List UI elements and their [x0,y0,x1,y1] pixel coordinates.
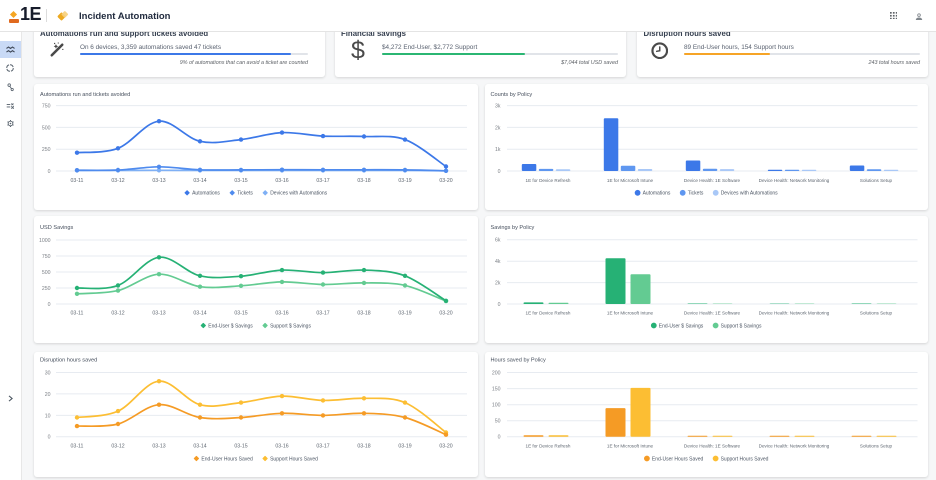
svg-text:Hours saved by Policy: Hours saved by Policy [491,357,547,363]
svg-text:Automations: Automations [192,191,220,197]
svg-text:89 End-User hours, 154 Support: 89 End-User hours, 154 Support hours [684,44,794,51]
svg-text:03-19: 03-19 [398,178,411,184]
svg-text:03-11: 03-11 [71,444,84,450]
svg-text:30: 30 [45,370,51,376]
svg-text:03-14: 03-14 [193,444,206,450]
svg-text:150: 150 [492,387,501,393]
svg-text:Devices with Automations: Devices with Automations [270,191,327,197]
svg-text:Device Health: 1E Software: Device Health: 1E Software [684,444,741,449]
svg-text:Support $ Savings: Support $ Savings [270,323,311,329]
svg-text:1k: 1k [495,147,501,153]
svg-text:Support Hours Saved: Support Hours Saved [721,456,769,462]
svg-text:Device Health: Network Monitor: Device Health: Network Monitoring [759,178,830,183]
svg-text:500: 500 [42,125,51,131]
svg-text:Device Health: Network Monitor: Device Health: Network Monitoring [759,444,830,449]
svg-text:03-15: 03-15 [234,178,247,184]
svg-text:6k: 6k [495,238,501,244]
svg-text:Solutions Setup: Solutions Setup [860,311,893,316]
svg-text:03-19: 03-19 [398,444,411,450]
svg-text:4k: 4k [495,259,501,265]
svg-text:9% of automations that can avo: 9% of automations that can avoid a ticke… [180,60,309,66]
svg-text:$: $ [351,37,365,65]
svg-text:0: 0 [48,435,51,441]
svg-text:03-11: 03-11 [71,311,84,317]
svg-text:200: 200 [492,370,501,376]
svg-text:1E for Device Refresh: 1E for Device Refresh [526,178,571,183]
svg-text:250: 250 [42,286,51,292]
svg-text:243 total hours saved: 243 total hours saved [867,60,921,66]
svg-text:0: 0 [498,169,501,175]
svg-text:Tickets: Tickets [688,191,704,197]
svg-text:03-12: 03-12 [111,311,124,317]
svg-text:Device Health: 1E Software: Device Health: 1E Software [684,311,741,316]
svg-text:03-19: 03-19 [398,311,411,317]
svg-text:03-14: 03-14 [193,178,206,184]
svg-text:Automations: Automations [643,191,671,197]
svg-text:0: 0 [48,169,51,175]
svg-text:End-User $ Savings: End-User $ Savings [208,323,253,329]
svg-text:On 6 devices, 3,359 automation: On 6 devices, 3,359 automations saved 47… [80,44,221,51]
svg-text:Devices with Automations: Devices with Automations [721,191,778,197]
svg-text:03-20: 03-20 [439,444,452,450]
svg-text:03-18: 03-18 [357,444,370,450]
svg-text:03-16: 03-16 [275,178,288,184]
svg-text:Counts by Policy: Counts by Policy [491,92,533,98]
svg-text:Device Health: Network Monitor: Device Health: Network Monitoring [759,311,830,316]
svg-text:1E for Microsoft Intune: 1E for Microsoft Intune [607,311,654,316]
svg-text:03-15: 03-15 [234,311,247,317]
svg-text:03-15: 03-15 [234,444,247,450]
svg-text:Disruption hours saved: Disruption hours saved [40,357,97,363]
svg-text:Device Health: 1E Software: Device Health: 1E Software [684,178,741,183]
svg-text:03-17: 03-17 [316,444,329,450]
svg-text:03-20: 03-20 [439,178,452,184]
svg-text:$4,272 End-User, $2,772 Suppor: $4,272 End-User, $2,772 Support [382,44,477,51]
svg-text:Solutions Setup: Solutions Setup [860,444,893,449]
svg-text:03-13: 03-13 [152,444,165,450]
svg-text:USD Savings: USD Savings [40,225,73,231]
svg-text:Automations run and tickets av: Automations run and tickets avoided [40,92,130,98]
svg-text:0: 0 [48,302,51,308]
svg-text:1E for Microsoft Intune: 1E for Microsoft Intune [607,178,654,183]
svg-text:End-User $ Savings: End-User $ Savings [659,323,704,329]
svg-text:03-17: 03-17 [316,311,329,317]
svg-text:03-18: 03-18 [357,178,370,184]
svg-text:Support Hours Saved: Support Hours Saved [270,456,318,462]
svg-text:End-User Hours Saved: End-User Hours Saved [201,456,253,462]
svg-text:$7,044 total USD saved: $7,044 total USD saved [560,60,619,66]
svg-text:0: 0 [498,302,501,308]
svg-text:1E for Device Refresh: 1E for Device Refresh [526,311,571,316]
svg-text:Support $ Savings: Support $ Savings [721,323,762,329]
svg-text:03-16: 03-16 [275,311,288,317]
svg-text:03-12: 03-12 [111,444,124,450]
svg-text:3k: 3k [495,104,501,110]
svg-text:1000: 1000 [39,238,51,244]
svg-text:750: 750 [42,254,51,260]
svg-text:1E for Microsoft Intune: 1E for Microsoft Intune [607,444,654,449]
svg-text:Savings by Policy: Savings by Policy [491,225,535,231]
svg-text:500: 500 [42,270,51,276]
svg-text:03-14: 03-14 [193,311,206,317]
svg-text:50: 50 [495,419,501,425]
svg-text:2k: 2k [495,125,501,131]
svg-text:End-User Hours Saved: End-User Hours Saved [652,456,704,462]
svg-text:03-11: 03-11 [71,178,84,184]
svg-text:Tickets: Tickets [237,191,253,197]
svg-text:Solutions Setup: Solutions Setup [860,178,893,183]
svg-text:750: 750 [42,104,51,110]
svg-text:03-18: 03-18 [357,311,370,317]
svg-text:03-20: 03-20 [439,311,452,317]
svg-text:20: 20 [45,392,51,398]
svg-text:250: 250 [42,147,51,153]
svg-text:0: 0 [498,435,501,441]
svg-text:1E for Device Refresh: 1E for Device Refresh [526,444,571,449]
svg-text:03-16: 03-16 [275,444,288,450]
svg-text:03-17: 03-17 [316,178,329,184]
svg-text:100: 100 [492,403,501,409]
svg-text:2k: 2k [495,281,501,287]
svg-text:03-12: 03-12 [111,178,124,184]
svg-text:03-13: 03-13 [152,311,165,317]
svg-text:10: 10 [45,413,51,419]
svg-text:03-13: 03-13 [152,178,165,184]
